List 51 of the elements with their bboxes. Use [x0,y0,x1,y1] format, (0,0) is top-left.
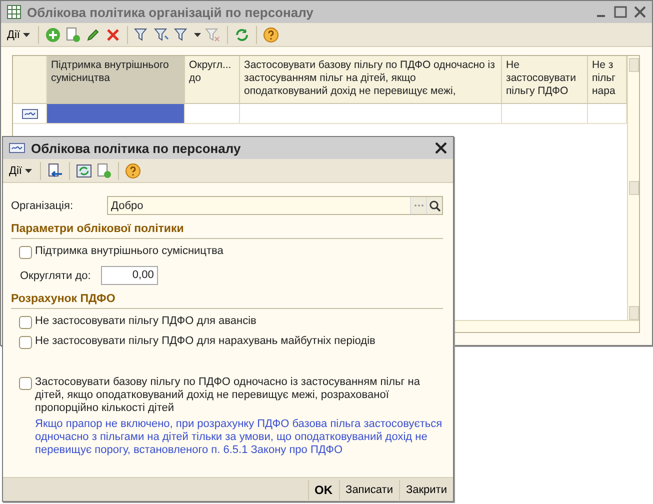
footer-button[interactable]: Записати [338,480,399,500]
footer-button[interactable]: Закрити [398,480,453,500]
column-header[interactable]: Округл... до [185,56,240,103]
checkbox-label: Застосовувати базову пільгу по ПДФО одночасно із застосуванням пільг на дітей, якщо оподатковуваний дохід не перевищує межі, розрахованої пропорційно кількості дітей [35,376,421,415]
section-title: Розрахунок ПДФО [11,293,443,309]
close-icon[interactable] [634,6,646,18]
checkbox[interactable] [19,246,32,259]
form-icon [9,143,25,153]
caret-icon [22,32,30,36]
pencil-icon[interactable] [84,26,101,42]
column-header[interactable]: Застосовувати базову пільгу по ПДФО одночасно із застосуванням пільг на дітей, якщо оподатковуваний дохід не перевищує межі, [240,56,502,103]
caret-icon [24,168,32,172]
refresh-icon[interactable] [76,162,92,178]
section-title: Параметри облікової політики [11,223,443,239]
actions-menu[interactable]: Дії [5,28,32,40]
window-title: Облікова політика по персоналу [31,140,242,156]
filter-icon[interactable] [134,26,150,42]
footer-button[interactable]: OK [308,480,339,500]
field-label: Округляти до: [20,270,91,282]
column-header[interactable]: Не застосовувати пільгу ПДФО [502,56,588,103]
copy-icon[interactable] [96,162,112,178]
column-header[interactable]: Підтримка внутрішнього сумісництва [47,56,185,103]
field-label: Організація: [11,200,73,212]
number-field[interactable]: 0,00 [100,266,158,285]
refresh-icon[interactable] [234,26,250,42]
checkbox[interactable] [19,316,32,329]
search-icon[interactable] [426,197,442,214]
filter-icon[interactable] [174,26,190,42]
row-icon [22,108,38,118]
window-title: Облікова політика організацій по персоналу [27,4,314,20]
checkbox[interactable] [19,336,32,349]
scrollbar[interactable] [627,56,639,322]
checkbox-label: Не застосовувати пільгу ПДФО для нарахувань майбутніх періодів [35,335,376,348]
actions-menu[interactable]: Дії [7,164,34,176]
caret-icon [194,32,201,36]
add-icon[interactable] [44,26,61,42]
delete-icon[interactable] [104,26,121,42]
help-icon[interactable] [124,162,141,178]
hint-text: Якщо прапор не включено, при розрахунку ПДФО базова пільга застосовується одночасно з пільгами на дітей тільки за умови, що оподатковуваний дохід не перевищує порогу, встановленого п. 6.5.1 Закону про ПДФО [35,418,443,457]
checkbox[interactable] [19,377,32,390]
table-icon [7,5,21,19]
table-cell[interactable] [47,104,185,123]
checkbox-label: Не застосовувати пільгу ПДФО для авансів [35,315,256,328]
copy-icon[interactable] [64,26,81,42]
close-icon[interactable] [435,142,447,154]
checkbox-label: Підтримка внутрішнього сумісництва [35,245,224,258]
filter-icon[interactable] [154,26,170,42]
help-icon[interactable] [262,26,279,42]
organization-field[interactable]: Добро [107,196,443,215]
document-arrow-icon[interactable] [46,162,63,178]
maximize-icon[interactable] [614,6,628,18]
